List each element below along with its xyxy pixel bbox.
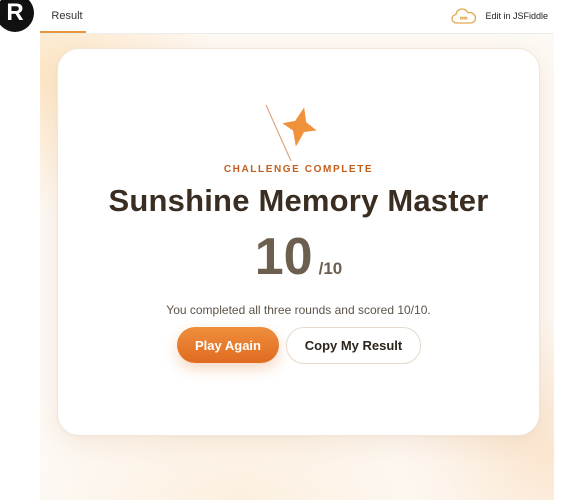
right-margin	[554, 34, 587, 500]
score-display: 10/10	[58, 227, 539, 287]
cloud-icon	[451, 7, 477, 25]
top-tab-bar: Result Edit in JSFiddle	[40, 0, 554, 34]
avatar-letter: R	[6, 0, 24, 26]
page: R Result Edit in JSFiddle CHALLENGE COMP…	[0, 0, 587, 500]
tab-result[interactable]: Result	[40, 0, 86, 33]
tab-result-label: Result	[51, 9, 83, 22]
score-total: /10	[318, 259, 343, 278]
challenge-complete-label: CHALLENGE COMPLETE	[223, 164, 374, 175]
copy-result-button[interactable]: Copy My Result	[286, 327, 421, 364]
page-title: Sunshine Memory Master	[108, 183, 489, 218]
result-card: CHALLENGE COMPLETE Sunshine Memory Maste…	[57, 48, 540, 436]
result-stage: CHALLENGE COMPLETE Sunshine Memory Maste…	[40, 34, 554, 500]
result-message: You completed all three rounds and score…	[166, 303, 431, 317]
sparkle-icon	[265, 104, 317, 162]
score-value: 10	[254, 228, 313, 286]
edit-in-jsfiddle-label: Edit in JSFiddle	[485, 10, 548, 21]
avatar-badge: R	[0, 0, 34, 32]
play-again-button[interactable]: Play Again	[177, 327, 279, 363]
copy-result-label: Copy My Result	[304, 338, 403, 353]
play-again-label: Play Again	[195, 337, 261, 353]
edit-in-jsfiddle-link[interactable]: Edit in JSFiddle	[451, 0, 548, 31]
